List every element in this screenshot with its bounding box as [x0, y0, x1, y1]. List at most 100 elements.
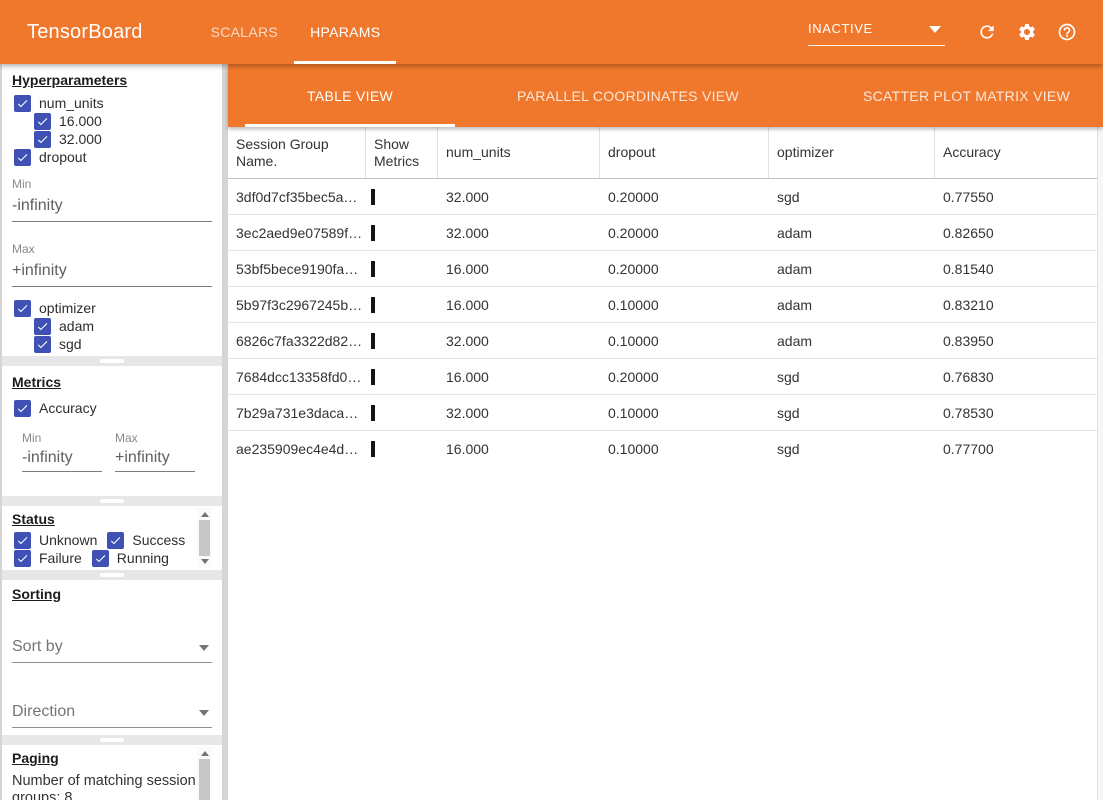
tab-scatter-plot-matrix-view[interactable]: SCATTER PLOT MATRIX VIEW: [801, 64, 1103, 127]
drag-handle-icon: [100, 573, 124, 577]
num-units-cell: 32.000: [438, 405, 600, 421]
checkbox-checked-icon[interactable]: [14, 95, 31, 112]
show-metrics-checkbox[interactable]: [371, 369, 375, 385]
checkbox-checked-icon[interactable]: [107, 532, 124, 549]
col-header-accuracy[interactable]: Accuracy: [935, 127, 1103, 178]
metrics-min-max: Min -infinity Max +infinity: [22, 431, 212, 472]
sort-by-dropdown[interactable]: Sort by: [12, 638, 212, 663]
min-input[interactable]: -infinity: [22, 449, 102, 472]
table-row: ae235909ec4e4d… 16.000 0.10000 sgd 0.777…: [228, 431, 1103, 466]
status-scrollbar[interactable]: [197, 508, 212, 568]
paging-heading: Paging: [12, 750, 212, 766]
hparam-row-16[interactable]: 16.000: [2, 112, 222, 130]
checkbox-checked-icon[interactable]: [92, 550, 109, 567]
metric-row-accuracy[interactable]: Accuracy: [2, 399, 222, 417]
hparam-row-32[interactable]: 32.000: [2, 130, 222, 148]
show-metrics-cell: [366, 261, 438, 277]
show-metrics-cell: [366, 405, 438, 421]
hparams-sidebar: Hyperparameters num_units 16.000 32.000 …: [0, 64, 222, 800]
show-metrics-checkbox[interactable]: [371, 225, 375, 241]
run-status-value: INACTIVE: [808, 21, 873, 36]
toolbar-actions: INACTIVE: [808, 19, 1103, 46]
checkbox-label: Failure: [39, 550, 82, 566]
optimizer-cell: sgd: [769, 441, 935, 457]
table-row: 7b29a731e3daca… 32.000 0.10000 sgd 0.785…: [228, 395, 1103, 431]
show-metrics-cell: [366, 189, 438, 205]
status-unknown[interactable]: Unknown: [14, 532, 97, 549]
checkbox-checked-icon[interactable]: [34, 113, 51, 130]
hparam-row-num-units[interactable]: num_units: [2, 94, 222, 112]
col-header-session-group-name[interactable]: Session Group Name.: [228, 127, 366, 178]
hparam-row-sgd[interactable]: sgd: [2, 335, 222, 353]
tab-table-view[interactable]: TABLE VIEW: [245, 64, 455, 127]
run-status-dropdown[interactable]: INACTIVE: [808, 19, 945, 46]
show-metrics-checkbox[interactable]: [371, 333, 375, 349]
hparam-row-adam[interactable]: adam: [2, 317, 222, 335]
show-metrics-checkbox[interactable]: [371, 261, 375, 277]
status-failure[interactable]: Failure: [14, 550, 82, 567]
dropout-cell: 0.20000: [600, 369, 769, 385]
checkbox-checked-icon[interactable]: [34, 336, 51, 353]
dropout-cell: 0.20000: [600, 261, 769, 277]
checkbox-checked-icon[interactable]: [14, 300, 31, 317]
show-metrics-checkbox[interactable]: [371, 441, 375, 457]
panel-splitter[interactable]: [2, 735, 222, 745]
scroll-up-icon[interactable]: [201, 751, 209, 756]
min-input[interactable]: -infinity: [12, 197, 212, 222]
col-header-dropout[interactable]: dropout: [600, 127, 769, 178]
status-success[interactable]: Success: [107, 532, 185, 549]
checkbox-checked-icon[interactable]: [34, 318, 51, 335]
num-units-cell: 16.000: [438, 369, 600, 385]
checkbox-label: 16.000: [59, 113, 102, 129]
show-metrics-checkbox[interactable]: [371, 405, 375, 421]
col-header-optimizer[interactable]: optimizer: [769, 127, 935, 178]
hparam-row-optimizer[interactable]: optimizer: [2, 299, 222, 317]
hparam-row-dropout[interactable]: dropout: [2, 148, 222, 166]
panel-splitter[interactable]: [2, 570, 222, 580]
checkbox-label: 32.000: [59, 131, 102, 147]
table-header: Session Group Name. Show Metrics num_uni…: [228, 127, 1103, 179]
tab-parallel-coordinates-view[interactable]: PARALLEL COORDINATES VIEW: [455, 64, 801, 127]
num-units-cell: 32.000: [438, 189, 600, 205]
paging-scrollbar[interactable]: [197, 747, 212, 800]
status-row: Unknown Success: [2, 531, 222, 549]
min-label: Min: [12, 177, 212, 191]
checkbox-checked-icon[interactable]: [14, 550, 31, 567]
checkbox-checked-icon[interactable]: [14, 400, 31, 417]
help-icon[interactable]: [1057, 22, 1077, 42]
checkbox-label: adam: [59, 318, 94, 334]
session-group-name: 3df0d7cf35bec5a…: [228, 189, 366, 205]
panel-splitter[interactable]: [2, 496, 222, 506]
max-input[interactable]: +infinity: [115, 449, 195, 472]
num-units-cell: 32.000: [438, 333, 600, 349]
session-group-name: 5b97f3c2967245b…: [228, 297, 366, 313]
tab-hparams[interactable]: HPARAMS: [294, 0, 396, 64]
drag-handle-icon: [100, 359, 124, 363]
min-label: Min: [22, 431, 102, 445]
checkbox-checked-icon[interactable]: [14, 149, 31, 166]
panel-splitter[interactable]: [2, 356, 222, 366]
scroll-down-icon[interactable]: [201, 559, 209, 564]
sorting-heading: Sorting: [12, 586, 212, 602]
refresh-icon[interactable]: [977, 22, 997, 42]
max-input[interactable]: +infinity: [12, 262, 212, 287]
settings-gear-icon[interactable]: [1017, 22, 1037, 42]
dropout-cell: 0.20000: [600, 189, 769, 205]
main-scrollbar-track[interactable]: [1097, 127, 1103, 800]
content-area: Hyperparameters num_units 16.000 32.000 …: [0, 64, 1103, 800]
scrollbar-thumb[interactable]: [199, 520, 210, 556]
checkbox-checked-icon[interactable]: [14, 532, 31, 549]
col-header-num-units[interactable]: num_units: [438, 127, 600, 178]
tab-scalars[interactable]: SCALARS: [195, 0, 294, 64]
scrollbar-thumb[interactable]: [199, 759, 210, 800]
scroll-up-icon[interactable]: [201, 512, 209, 517]
direction-dropdown[interactable]: Direction: [12, 703, 212, 728]
col-header-show-metrics[interactable]: Show Metrics: [366, 127, 438, 178]
session-group-name: 53bf5bece9190fa…: [228, 261, 366, 277]
hyperparameters-panel: Hyperparameters num_units 16.000 32.000 …: [2, 64, 222, 356]
status-running[interactable]: Running: [92, 550, 169, 567]
checkbox-checked-icon[interactable]: [34, 131, 51, 148]
show-metrics-checkbox[interactable]: [371, 297, 375, 313]
status-row: Failure Running: [2, 549, 222, 567]
show-metrics-checkbox[interactable]: [371, 189, 375, 205]
